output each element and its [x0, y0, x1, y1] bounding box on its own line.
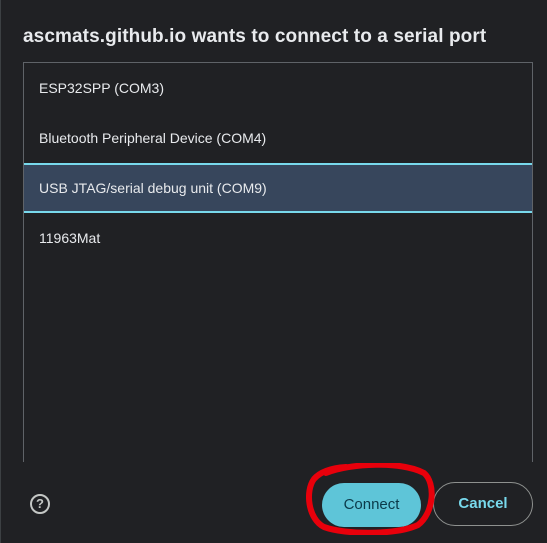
port-item-com9-selected[interactable]: USB JTAG/serial debug unit (COM9) [24, 163, 532, 213]
port-item-com4[interactable]: Bluetooth Peripheral Device (COM4) [24, 113, 532, 163]
port-list[interactable]: ESP32SPP (COM3) Bluetooth Peripheral Dev… [23, 62, 533, 467]
cancel-button[interactable]: Cancel [433, 482, 533, 526]
port-item-com3[interactable]: ESP32SPP (COM3) [24, 63, 532, 113]
help-circle-icon[interactable]: ? [30, 494, 50, 514]
connect-button[interactable]: Connect [322, 483, 421, 527]
serial-port-dialog: ascmats.github.io wants to connect to a … [0, 0, 547, 543]
dialog-title: ascmats.github.io wants to connect to a … [23, 26, 487, 47]
port-item-11963mat[interactable]: 11963Mat [24, 213, 532, 263]
